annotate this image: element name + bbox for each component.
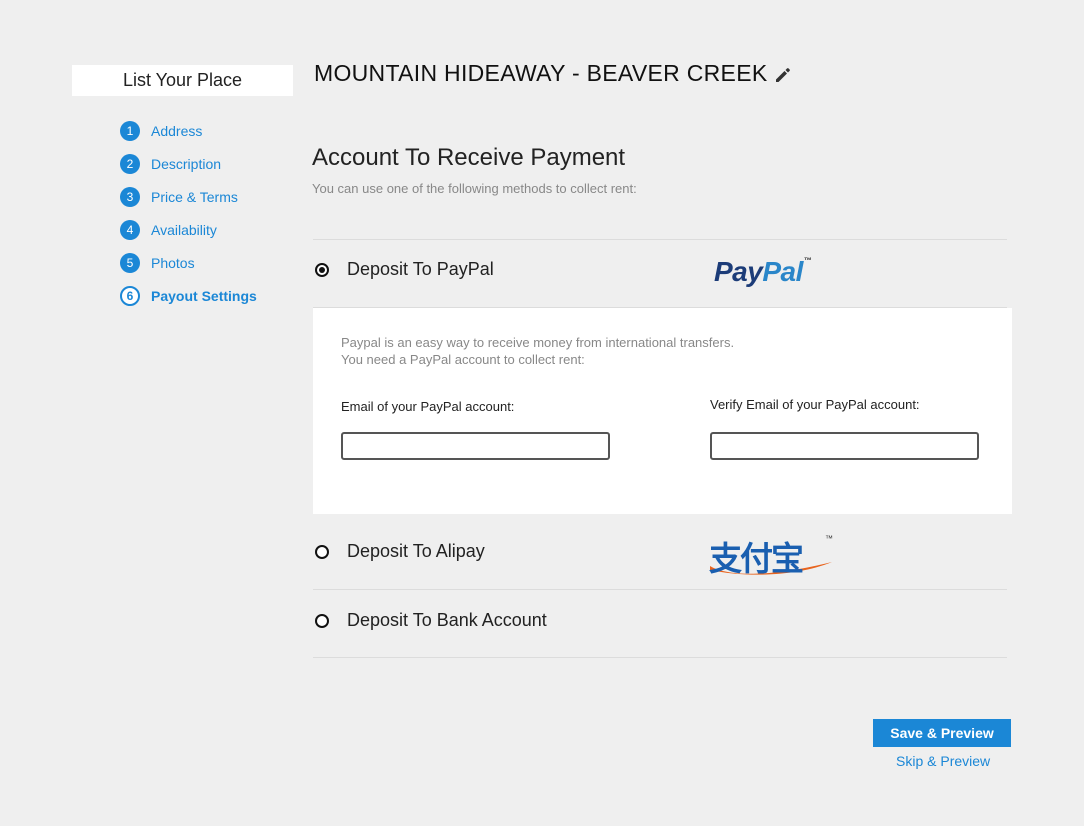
option-label: Deposit To PayPal: [347, 259, 494, 279]
step-number: 3: [120, 186, 140, 207]
step-price-terms[interactable]: 3 Price & Terms: [120, 180, 257, 213]
paypal-logo: PayPal™: [714, 256, 812, 287]
divider: [313, 589, 1007, 590]
option-alipay[interactable]: Deposit To Alipay: [313, 532, 1007, 572]
page-title: MOUNTAIN HIDEAWAY - BEAVER CREEK: [314, 60, 768, 86]
sidebar-title: List Your Place: [72, 65, 293, 96]
section-subtitle: You can use one of the following methods…: [312, 181, 637, 196]
step-number: 5: [120, 252, 140, 273]
option-bank-account[interactable]: Deposit To Bank Account: [313, 601, 1007, 641]
verify-email-label: Verify Email of your PayPal account:: [710, 397, 920, 412]
option-label: Deposit To Alipay: [347, 541, 485, 561]
paypal-email-field[interactable]: [341, 432, 610, 460]
step-availability[interactable]: 4 Availability: [120, 213, 257, 246]
bank-radio[interactable]: [315, 614, 329, 628]
divider: [313, 239, 1007, 240]
step-number: 1: [120, 120, 140, 141]
step-address[interactable]: 1 Address: [120, 114, 257, 147]
step-description[interactable]: 2 Description: [120, 147, 257, 180]
step-label: Photos: [151, 254, 195, 271]
option-paypal[interactable]: Deposit To PayPal: [313, 250, 1007, 290]
alipay-radio[interactable]: [315, 545, 329, 559]
step-label: Address: [151, 122, 203, 139]
step-list: 1 Address 2 Description 3 Price & Terms …: [120, 114, 257, 312]
step-payout-settings[interactable]: 6 Payout Settings: [120, 279, 257, 312]
pencil-icon[interactable]: [773, 65, 793, 85]
step-number: 2: [120, 153, 140, 174]
save-preview-button[interactable]: Save & Preview: [873, 719, 1011, 747]
step-number: 4: [120, 219, 140, 240]
paypal-radio[interactable]: [315, 263, 329, 277]
option-label: Deposit To Bank Account: [347, 610, 547, 630]
paypal-description: Paypal is an easy way to receive money f…: [341, 335, 735, 367]
skip-preview-link[interactable]: Skip & Preview: [896, 753, 990, 769]
paypal-panel: Paypal is an easy way to receive money f…: [313, 308, 1012, 514]
step-label: Availability: [151, 221, 217, 238]
step-label: Price & Terms: [151, 188, 238, 205]
email-label: Email of your PayPal account:: [341, 399, 515, 414]
alipay-logo: 支付宝 ™: [709, 534, 833, 578]
paypal-verify-email-field[interactable]: [710, 432, 979, 460]
section-title: Account To Receive Payment: [312, 144, 626, 171]
step-label: Description: [151, 155, 222, 172]
step-number: 6: [120, 285, 140, 306]
step-photos[interactable]: 5 Photos: [120, 246, 257, 279]
step-label: Payout Settings: [151, 287, 257, 304]
divider: [313, 657, 1007, 658]
